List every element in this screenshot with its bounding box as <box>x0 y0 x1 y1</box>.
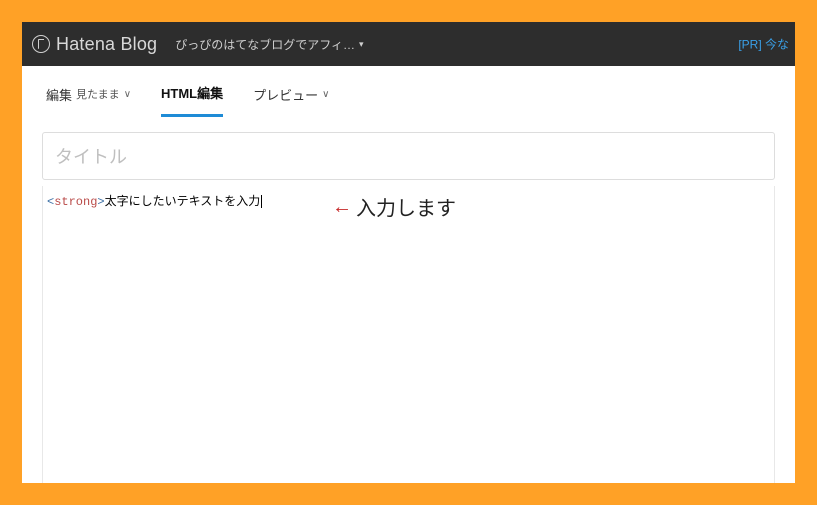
tab-html-edit[interactable]: HTML編集 <box>161 83 223 117</box>
tab-html-label: HTML編集 <box>161 83 223 102</box>
tag-name: strong <box>54 195 97 209</box>
title-input[interactable]: タイトル <box>42 132 775 180</box>
chevron-down-icon: ▾ <box>359 39 364 50</box>
header-bar: Hatena Blog ぴっぴのはてなブログでアフィ… ▾ [PR] 今な <box>22 22 795 66</box>
pr-link[interactable]: [PR] 今な <box>738 36 789 53</box>
brand-text: Hatena Blog <box>56 34 157 55</box>
tab-preview-label: プレビュー <box>253 85 318 104</box>
blog-title-text: ぴっぴのはてなブログでアフィ… <box>175 36 355 53</box>
annotation-text: 入力します <box>356 192 456 221</box>
chevron-down-icon: ∨ <box>322 89 329 100</box>
tab-edit-sublabel: 見たまま <box>76 86 120 102</box>
editor-tabs: 編集 見たまま ∨ HTML編集 プレビュー ∨ <box>22 66 795 118</box>
tab-edit-label: 編集 <box>46 85 72 104</box>
text-cursor <box>261 195 262 208</box>
brand-logo[interactable]: Hatena Blog <box>32 34 157 55</box>
editor-line: <strong>太字にしたいテキストを入力 ← 入力します <box>47 192 770 209</box>
arrow-left-icon: ← <box>332 197 352 217</box>
hatena-logo-icon <box>32 35 50 53</box>
blog-title-dropdown[interactable]: ぴっぴのはてなブログでアフィ… ▾ <box>175 36 363 53</box>
editor-text: 太字にしたいテキストを入力 <box>105 195 261 209</box>
tag-bracket: > <box>97 195 104 209</box>
html-editor[interactable]: <strong>太字にしたいテキストを入力 ← 入力します <box>42 186 775 483</box>
app-window: Hatena Blog ぴっぴのはてなブログでアフィ… ▾ [PR] 今な 編集… <box>22 22 795 483</box>
page-frame: Hatena Blog ぴっぴのはてなブログでアフィ… ▾ [PR] 今な 編集… <box>0 0 817 505</box>
chevron-down-icon: ∨ <box>124 89 131 100</box>
annotation-overlay: ← 入力します <box>332 192 456 221</box>
content-area: タイトル <strong>太字にしたいテキストを入力 ← 入力します <box>22 118 795 483</box>
tab-preview[interactable]: プレビュー ∨ <box>253 85 329 116</box>
tab-edit-wysiwyg[interactable]: 編集 見たまま ∨ <box>46 85 131 116</box>
